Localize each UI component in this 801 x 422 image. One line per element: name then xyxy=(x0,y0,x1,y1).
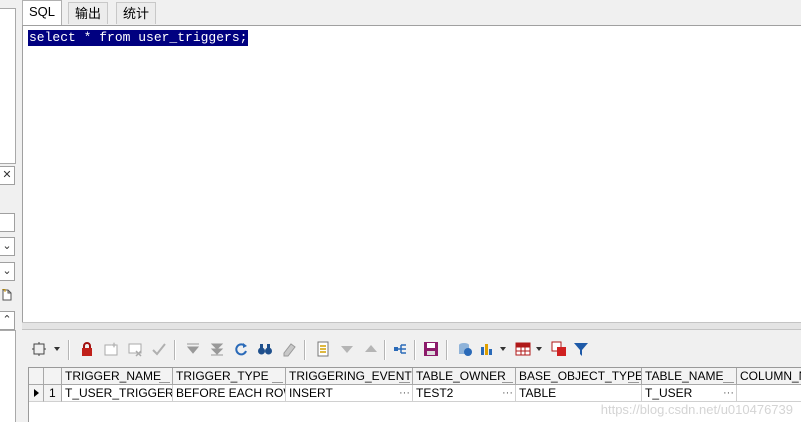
pane-splitter[interactable] xyxy=(22,322,801,330)
delete-record-icon[interactable] xyxy=(124,338,146,360)
cell-table-owner[interactable]: TEST2 ··· xyxy=(413,385,516,402)
blank-box-icon[interactable] xyxy=(0,213,15,232)
save-icon[interactable] xyxy=(420,338,442,360)
cell-ellipsis-button[interactable]: ··· xyxy=(399,385,410,401)
close-icon[interactable]: ✕ xyxy=(0,166,15,185)
column-header-label: COLUMN_NAME xyxy=(740,369,801,383)
column-filter-handle[interactable] xyxy=(272,369,283,383)
cell-ellipsis-button[interactable]: ··· xyxy=(159,385,170,401)
cell-value: T_USER xyxy=(645,386,693,400)
column-filter-handle[interactable] xyxy=(502,369,513,383)
first-record-icon[interactable] xyxy=(182,338,204,360)
column-filter-handle[interactable] xyxy=(723,369,734,383)
cell-value: TEST2 xyxy=(416,386,454,400)
tab-statistics[interactable]: 统计 xyxy=(116,2,157,24)
grid-settings-dropdown-icon[interactable] xyxy=(54,347,60,351)
cell-value: INSERT xyxy=(289,386,333,400)
cell-triggering-event[interactable]: INSERT ··· xyxy=(286,385,413,402)
column-header-table-owner[interactable]: TABLE_OWNER xyxy=(413,368,516,385)
column-header-label: BASE_OBJECT_TYPE xyxy=(519,369,642,383)
column-filter-handle[interactable] xyxy=(628,369,639,383)
last-record-icon[interactable] xyxy=(206,338,228,360)
refresh-icon[interactable] xyxy=(230,338,252,360)
table-row[interactable]: 1 T_USER_TRIGGER ··· BEFORE EACH ROW INSE… xyxy=(29,385,801,402)
column-header-label: TABLE_OWNER xyxy=(416,369,506,383)
grid-settings-icon[interactable] xyxy=(28,338,50,360)
cell-value: T_USER_TRIGGER xyxy=(65,386,173,400)
chevron-up-icon[interactable]: ⌃ xyxy=(0,311,15,330)
chevron-down-icon[interactable]: ⌄ xyxy=(0,262,15,281)
column-header-column-name[interactable]: COLUMN_NAME xyxy=(737,368,801,385)
current-row-indicator-icon[interactable] xyxy=(29,385,44,402)
export-icon[interactable] xyxy=(454,338,476,360)
left-panel-strip: ✕ ⌄ ⌄ ⌃ xyxy=(0,0,18,422)
tab-output[interactable]: 输出 xyxy=(68,2,109,24)
left-white-panel xyxy=(0,8,16,164)
tab-sql[interactable]: SQL xyxy=(22,0,63,25)
editor-tab-bar: SQL 输出 统计 xyxy=(22,0,801,25)
new-record-icon[interactable] xyxy=(100,338,122,360)
column-header-label: TRIGGER_NAME xyxy=(65,369,162,383)
results-pane: TRIGGER_NAME TRIGGER_TYPE TRIGGERING_EVE… xyxy=(22,330,801,422)
row-number-header xyxy=(44,368,62,385)
column-header-label: TABLE_NAME xyxy=(645,369,724,383)
column-header-label: TRIGGER_TYPE xyxy=(176,369,269,383)
cell-ellipsis-button[interactable]: ··· xyxy=(502,385,513,401)
single-record-view-icon[interactable] xyxy=(312,338,334,360)
post-check-icon[interactable] xyxy=(148,338,170,360)
filter-icon[interactable] xyxy=(570,338,592,360)
results-grid[interactable]: TRIGGER_NAME TRIGGER_TYPE TRIGGERING_EVE… xyxy=(28,367,801,422)
cell-ellipsis-button[interactable]: ··· xyxy=(723,385,734,401)
cell-column-name[interactable] xyxy=(737,385,801,402)
cell-trigger-name[interactable]: T_USER_TRIGGER ··· xyxy=(62,385,173,402)
table-view-icon[interactable] xyxy=(512,338,534,360)
column-filter-handle[interactable] xyxy=(399,369,410,383)
left-lower-panel xyxy=(0,330,16,422)
column-header-trigger-type[interactable]: TRIGGER_TYPE xyxy=(173,368,286,385)
find-icon[interactable] xyxy=(254,338,276,360)
grid-header-row: TRIGGER_NAME TRIGGER_TYPE TRIGGERING_EVE… xyxy=(29,368,801,385)
cell-value: BEFORE EACH ROW xyxy=(176,386,286,400)
row-number: 1 xyxy=(44,385,62,402)
cell-trigger-type[interactable]: BEFORE EACH ROW xyxy=(173,385,286,402)
column-header-trigger-name[interactable]: TRIGGER_NAME xyxy=(62,368,173,385)
column-header-table-name[interactable]: TABLE_NAME xyxy=(642,368,737,385)
document-icon[interactable] xyxy=(0,287,14,304)
column-header-triggering-event[interactable]: TRIGGERING_EVENT xyxy=(286,368,413,385)
lock-icon[interactable] xyxy=(76,338,98,360)
sql-text-selected[interactable]: select * from user_triggers; xyxy=(28,30,249,46)
cell-value: TABLE xyxy=(519,386,557,400)
previous-record-icon[interactable] xyxy=(336,338,358,360)
column-header-base-object-type[interactable]: BASE_OBJECT_TYPE xyxy=(516,368,642,385)
chevron-down-icon[interactable]: ⌄ xyxy=(0,237,15,256)
query-by-example-icon[interactable] xyxy=(390,338,412,360)
results-toolbar xyxy=(28,338,798,364)
table-view-dropdown-icon[interactable] xyxy=(536,347,542,351)
cell-table-name[interactable]: T_USER ··· xyxy=(642,385,737,402)
grid-corner xyxy=(29,368,44,385)
chart-dropdown-icon[interactable] xyxy=(500,347,506,351)
column-header-label: TRIGGERING_EVENT xyxy=(289,369,412,383)
eraser-icon[interactable] xyxy=(278,338,300,360)
chart-icon[interactable] xyxy=(476,338,498,360)
column-filter-handle[interactable] xyxy=(159,369,170,383)
compare-icon[interactable] xyxy=(548,338,570,360)
cell-base-object-type[interactable]: TABLE xyxy=(516,385,642,402)
next-record-icon[interactable] xyxy=(360,338,382,360)
sql-editor[interactable]: select * from user_triggers; xyxy=(22,25,801,322)
